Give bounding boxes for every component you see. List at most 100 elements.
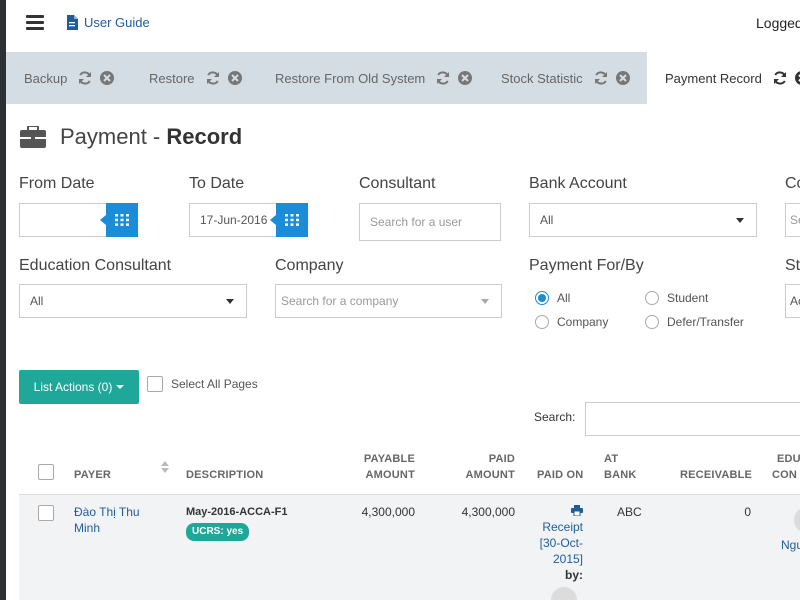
close-icon[interactable] <box>457 70 473 86</box>
radio-student[interactable]: Student <box>645 291 708 305</box>
select-all-pages-label: Select All Pages <box>171 377 258 391</box>
extra-filter-input[interactable]: Se <box>785 203 800 237</box>
radio-label: Company <box>557 315 609 329</box>
table-header: PAYER DESCRIPTION PAYABLE AMOUNT PAID AM… <box>19 445 800 495</box>
select-all-pages-checkbox[interactable] <box>147 376 163 392</box>
close-icon[interactable] <box>794 70 800 86</box>
list-actions-label: List Actions (0) <box>33 380 113 394</box>
col-paid-line1[interactable]: PAID <box>463 451 515 467</box>
avatar <box>794 507 800 533</box>
close-icon[interactable] <box>227 70 243 86</box>
col-receivable[interactable]: RECEIVABLE <box>680 467 752 483</box>
print-icon[interactable] <box>529 504 583 519</box>
payer-link[interactable]: Đào Thị Thu Minh <box>74 504 140 536</box>
description-cell: May-2016-ACCA-F1 UCRS: yes <box>186 504 287 541</box>
radio-all[interactable]: All <box>535 291 570 305</box>
ucrs-badge: UCRS: yes <box>186 523 250 541</box>
page-title: Payment - Record <box>20 124 242 150</box>
table-search-input[interactable] <box>585 402 800 436</box>
tab-label: Restore <box>149 70 195 86</box>
tab-payment-record[interactable]: Payment Record <box>647 52 800 104</box>
refresh-icon[interactable] <box>593 70 609 86</box>
tab-backup[interactable]: Backup <box>24 52 121 104</box>
select-all-pages[interactable]: Select All Pages <box>147 376 258 392</box>
tab-restore-old-system[interactable]: Restore From Old System <box>275 52 479 104</box>
to-date-input[interactable]: 17-Jun-2016 <box>189 203 279 237</box>
company-label: Company <box>275 257 344 274</box>
to-date-label: To Date <box>189 175 245 192</box>
close-icon[interactable] <box>615 70 631 86</box>
bank-cell: ABC <box>617 505 642 519</box>
calendar-grid-icon <box>115 214 129 226</box>
consultant-search-input[interactable]: Search for a user <box>359 203 501 241</box>
col-payer[interactable]: PAYER <box>74 467 111 483</box>
bank-account-label: Bank Account <box>529 175 627 192</box>
document-icon <box>67 15 78 30</box>
bank-account-select[interactable]: All <box>529 203 757 237</box>
tab-restore[interactable]: Restore <box>149 52 249 104</box>
education-consultant-label: Education Consultant <box>19 257 172 274</box>
chevron-down-icon <box>481 299 489 304</box>
radio-label: Defer/Transfer <box>667 315 744 329</box>
tab-label: Restore From Old System <box>275 70 426 86</box>
col-bank-line2[interactable]: BANK <box>604 467 637 483</box>
select-all-rows-checkbox[interactable] <box>38 464 54 480</box>
payer-name-line2: Minh <box>74 521 101 535</box>
radio-indicator <box>645 291 659 305</box>
refresh-icon[interactable] <box>77 70 93 86</box>
extra-filter2-label: St <box>785 257 800 274</box>
refresh-icon[interactable] <box>772 70 788 86</box>
education-consultant-select[interactable]: All <box>19 284 247 318</box>
company-placeholder: Search for a company <box>281 294 399 308</box>
edu-consultant-link[interactable]: Ngu <box>781 537 800 553</box>
row-checkbox[interactable] <box>38 505 54 521</box>
tab-bar: Backup Restore Restore From Old System S… <box>6 52 800 104</box>
list-actions-button[interactable]: List Actions (0) <box>19 370 139 404</box>
col-payable-line2[interactable]: AMOUNT <box>363 467 415 483</box>
col-paid-line2[interactable]: AMOUNT <box>463 467 515 483</box>
bank-account-value: All <box>540 213 554 227</box>
logged-in-text: Logged <box>756 15 800 31</box>
window-left-edge <box>0 0 6 600</box>
extra-filter2-select[interactable]: Ac <box>785 284 800 318</box>
paid-amount-cell: 4,300,000 <box>461 505 515 519</box>
extra-filter-label: Co <box>785 175 800 192</box>
refresh-icon[interactable] <box>435 70 451 86</box>
from-date-label: From Date <box>19 175 95 192</box>
company-search-select[interactable]: Search for a company <box>275 284 502 318</box>
radio-defer-transfer[interactable]: Defer/Transfer <box>645 315 744 329</box>
col-payable-line1[interactable]: PAYABLE <box>363 451 415 467</box>
col-paid-on[interactable]: PAID ON <box>537 467 583 483</box>
col-edu-line2[interactable]: CON <box>772 467 797 483</box>
receipt-line2: [30-Oct- <box>539 536 583 550</box>
close-icon[interactable] <box>99 70 115 86</box>
education-consultant-value: All <box>30 294 44 308</box>
radio-indicator <box>645 315 659 329</box>
receipt-link[interactable]: Receipt [30-Oct- 2015] by: <box>529 504 583 583</box>
hamburger-menu-icon[interactable] <box>26 15 44 31</box>
receipt-by: by: <box>565 568 583 582</box>
briefcase-icon <box>20 126 46 148</box>
page-title-light: Payment - <box>60 124 167 149</box>
caret-down-icon <box>116 385 125 389</box>
col-bank-line1[interactable]: AT <box>604 451 618 467</box>
radio-company[interactable]: Company <box>535 315 608 329</box>
col-edu-line1[interactable]: EDU <box>777 451 800 467</box>
consultant-label: Consultant <box>359 175 436 192</box>
search-label: Search: <box>534 410 576 424</box>
from-date-calendar-button[interactable] <box>100 203 138 237</box>
radio-selected-indicator <box>535 291 549 305</box>
tab-stock-statistic[interactable]: Stock Statistic <box>501 52 637 104</box>
to-date-calendar-button[interactable] <box>270 203 308 237</box>
from-date-input[interactable] <box>19 203 109 237</box>
user-guide-label: User Guide <box>84 15 150 30</box>
user-guide-link[interactable]: User Guide <box>66 15 150 30</box>
sort-icon[interactable] <box>161 461 169 473</box>
radio-label: All <box>557 291 571 305</box>
page-title-bold: Record <box>166 124 243 149</box>
refresh-icon[interactable] <box>205 70 221 86</box>
tab-label: Stock Statistic <box>501 70 583 86</box>
tab-label: Backup <box>24 70 68 86</box>
col-description[interactable]: DESCRIPTION <box>186 467 263 483</box>
chevron-down-icon <box>226 299 234 304</box>
